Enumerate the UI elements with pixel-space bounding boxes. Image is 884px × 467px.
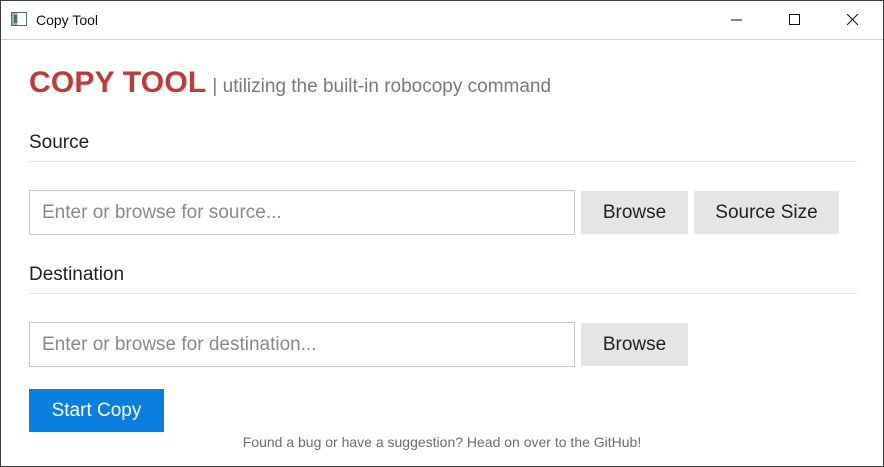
- footer-note: Found a bug or have a suggestion? Head o…: [242, 434, 642, 450]
- source-browse-button[interactable]: Browse: [581, 191, 688, 234]
- close-icon: [847, 14, 859, 26]
- main-content: COPY TOOL | utilizing the built-in roboco…: [1, 40, 883, 466]
- destination-browse-button[interactable]: Browse: [581, 323, 688, 366]
- close-button[interactable]: [824, 1, 882, 39]
- destination-divider: [29, 293, 857, 294]
- source-divider: [29, 161, 857, 162]
- minimize-button[interactable]: [708, 1, 766, 39]
- source-input[interactable]: [29, 190, 575, 235]
- start-copy-button[interactable]: Start Copy: [29, 389, 164, 432]
- brand-title: COPY TOOL: [29, 66, 207, 99]
- page-header: COPY TOOL | utilizing the built-in roboco…: [29, 66, 551, 100]
- source-label: Source: [29, 132, 90, 153]
- title-bar[interactable]: Copy Tool: [1, 1, 883, 40]
- tagline: | utilizing the built-in robocopy comman…: [212, 76, 552, 97]
- source-size-button[interactable]: Source Size: [694, 191, 839, 234]
- destination-input[interactable]: [29, 322, 575, 367]
- destination-label: Destination: [29, 264, 125, 285]
- maximize-icon: [789, 14, 800, 25]
- window-title: Copy Tool: [36, 12, 99, 28]
- app-window-icon: [11, 12, 27, 26]
- minimize-icon: [731, 19, 742, 21]
- maximize-button[interactable]: [766, 1, 824, 39]
- app-window: Copy Tool COPY TOOL | utilizing the built…: [0, 0, 884, 467]
